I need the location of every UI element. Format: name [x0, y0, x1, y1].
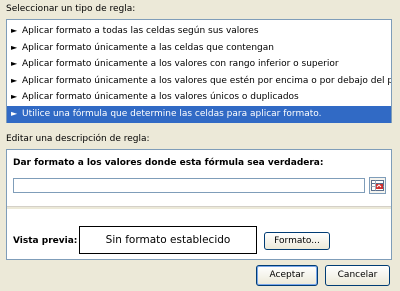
rule-type-item-all-cells[interactable]: ► Aplicar formato a todas las celdas segú… [7, 23, 391, 40]
rule-type-section-label: Seleccionar un tipo de regla: [6, 4, 136, 14]
cancel-button[interactable]: Cancelar [325, 265, 390, 286]
rule-description-panel: Dar formato a los valores donde esta fór… [6, 149, 392, 260]
rule-type-item-label: Utilice una fórmula que determine las ce… [22, 108, 322, 119]
arrow-right-icon: ► [11, 59, 18, 69]
arrow-right-icon: ► [11, 26, 18, 35]
collapse-dialog-button[interactable] [369, 177, 386, 194]
rule-type-item-label: Aplicar formato únicamente a los valores… [22, 92, 299, 103]
preview-label: Vista previa: [13, 236, 78, 246]
arrow-right-icon: ► [11, 92, 18, 102]
formula-input[interactable] [13, 178, 365, 193]
rule-type-item-label: Aplicar formato únicamente a las celdas … [22, 42, 274, 53]
rule-type-item-top-bottom[interactable]: ► Aplicar formato únicamente a los valore… [7, 56, 391, 73]
rule-type-item-label: Aplicar formato únicamente a los valores… [22, 59, 339, 70]
rule-type-item-unique-duplicate[interactable]: ► Aplicar formato únicamente a los valore… [7, 89, 391, 106]
rule-type-item-label: Aplicar formato únicamente a los valores… [22, 75, 391, 86]
rule-type-item-contains[interactable]: ► Aplicar formato únicamente a las celdas… [7, 40, 391, 57]
rule-type-list[interactable]: ► Aplicar formato a todas las celdas segú… [6, 19, 392, 123]
rule-type-item-formula[interactable]: ► Utilice una fórmula que determine las c… [7, 105, 391, 123]
arrow-right-icon: ► [11, 108, 18, 118]
arrow-right-icon: ► [11, 75, 18, 85]
divider [7, 206, 391, 209]
range-select-icon [371, 180, 384, 191]
rule-type-item-label: Aplicar formato a todas las celdas según… [22, 26, 259, 36]
format-button[interactable]: Formato... [264, 232, 330, 250]
formula-title: Dar formato a los valores donde esta fór… [13, 158, 324, 168]
format-preview: Sin formato establecido [79, 226, 257, 254]
rule-type-item-average[interactable]: ► Aplicar formato únicamente a los valore… [7, 73, 391, 90]
accept-button[interactable]: Aceptar [256, 265, 318, 286]
description-section-label: Editar una descripción de regla: [6, 134, 150, 144]
arrow-right-icon: ► [11, 42, 18, 52]
